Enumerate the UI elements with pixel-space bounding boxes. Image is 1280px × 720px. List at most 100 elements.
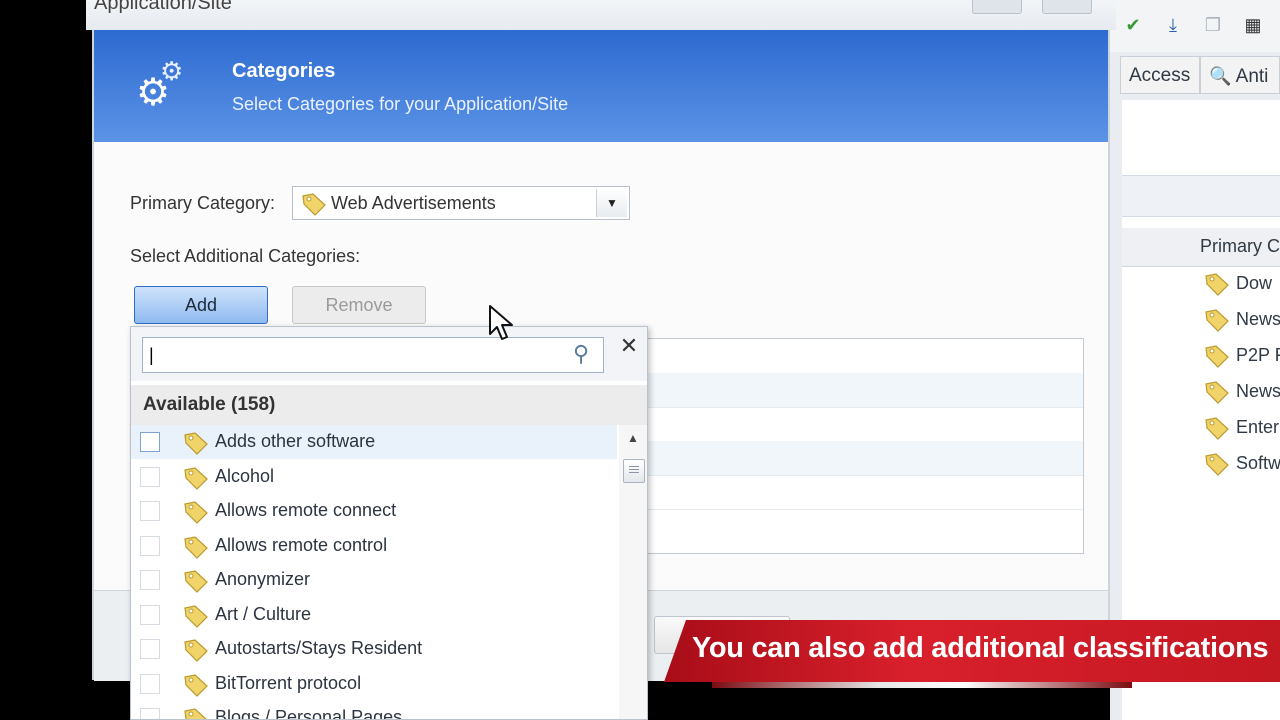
list-item[interactable]: Alcohol [131,460,617,494]
table-row[interactable]: News [1122,302,1280,338]
list-item[interactable]: Art / Culture [131,598,617,632]
column-header[interactable]: Primary C [1122,228,1280,267]
tab-access-label: Access [1129,65,1191,86]
caption-underline [712,682,1132,688]
list-item[interactable]: Blogs / Personal Pages [131,701,617,720]
download-icon[interactable]: ⤓ [1160,12,1186,38]
minimize-button[interactable] [972,0,1022,14]
table-row[interactable]: News [1122,374,1280,410]
primary-category-select[interactable]: Web Advertisements ▼ [292,186,630,220]
category-picker-popup: ⚲ ✕ Available (158) Adds other software … [130,326,648,720]
list-item[interactable]: Allows remote connect [131,494,617,528]
checkbox[interactable] [140,639,160,659]
magnifier-icon: 🔍 [1209,66,1232,86]
row-text: News [1236,309,1280,329]
list-item-label: Alcohol [215,466,275,486]
row-text: Enter [1236,417,1280,437]
list-item-label: Autostarts/Stays Resident [215,638,423,658]
list-row[interactable] [635,441,1083,476]
close-window-button[interactable] [1042,0,1092,14]
additional-categories-list[interactable] [634,338,1084,554]
scroll-thumb[interactable] [623,459,645,483]
tag-icon [301,192,327,216]
table-row[interactable]: Softw [1122,446,1280,482]
background-app-window: ✔ ⤓ ❐ ▦ Access 🔍 Anti Primary C Dow News… [1110,0,1280,720]
caption-text: You can also add additional classificati… [692,632,1269,664]
scrollbar[interactable]: ▲ [619,425,647,719]
list-item[interactable]: Autostarts/Stays Resident [131,632,617,666]
list-item-label: Allows remote connect [215,500,397,520]
checkbox[interactable] [140,432,160,452]
add-button[interactable]: Add [134,286,268,324]
list-item-label: Blogs / Personal Pages [215,707,403,720]
column-header-label: Primary C [1200,236,1280,256]
list-item[interactable]: BitTorrent protocol [131,667,617,701]
mouse-pointer-icon [488,304,514,347]
list-item-label: Anonymizer [215,569,311,589]
checkmark-icon[interactable]: ✔ [1120,12,1146,38]
list-row[interactable] [635,373,1083,408]
list-row[interactable] [635,339,1083,374]
tag-icon [183,673,209,697]
tag-icon [183,638,209,662]
list-item[interactable]: Allows remote control [131,529,617,563]
checkbox[interactable] [140,536,160,556]
list-item-label: BitTorrent protocol [215,673,362,693]
tab-anti-label: Anti [1235,66,1269,87]
grid-icon[interactable]: ▦ [1240,12,1266,38]
tab-access[interactable]: Access [1120,56,1200,94]
search-icon[interactable]: ⚲ [573,341,589,367]
window-title-bar[interactable]: Application/Site [86,0,1116,30]
remove-button[interactable]: Remove [292,286,426,324]
list-item-label: Art / Culture [215,604,312,624]
dialog-header: ⚙ ⚙ Categories Select Categories for your… [94,30,1108,142]
primary-category-label: Primary Category: [130,193,276,213]
tag-icon [183,535,209,559]
tag-icon [183,466,209,490]
dialog-title: Categories [232,60,336,82]
search-input[interactable] [142,337,604,373]
dialog-subtitle: Select Categories for your Application/S… [232,94,569,114]
tag-icon [1204,452,1230,476]
row-text: Dow [1236,273,1273,293]
caption-banner: You can also add additional classificati… [664,620,1280,682]
background-toolbar: ✔ ⤓ ❐ ▦ [1110,0,1280,52]
list-item-label: Adds other software [215,431,376,451]
checkbox[interactable] [140,674,160,694]
checkbox[interactable] [140,708,160,719]
list-row[interactable] [635,475,1083,510]
tag-icon [183,500,209,524]
gear-icon: ⚙ ⚙ [136,56,184,114]
checkbox[interactable] [140,467,160,487]
window-title: Application/Site [94,0,232,14]
list-item[interactable]: Adds other software [131,425,617,459]
row-text: P2P F [1236,345,1280,365]
table-row[interactable]: Enter [1122,410,1280,446]
tag-icon [1204,380,1230,404]
available-header: Available (158) [131,385,647,425]
available-list[interactable]: Adds other software Alcohol Allows remot… [131,425,617,720]
list-row[interactable] [635,407,1083,442]
chevron-down-icon[interactable]: ▼ [596,189,627,217]
checkbox[interactable] [140,501,160,521]
tag-icon [1204,344,1230,368]
tag-icon [1204,308,1230,332]
checkbox[interactable] [140,570,160,590]
tag-icon [183,431,209,455]
tab-anti[interactable]: 🔍 Anti [1200,56,1280,94]
list-item-label: Allows remote control [215,535,388,555]
tag-icon [1204,272,1230,296]
tag-icon [183,569,209,593]
list-item[interactable]: Anonymizer [131,563,617,597]
row-text: News [1236,381,1280,401]
search-area: ⚲ ✕ [131,327,647,381]
close-icon[interactable]: ✕ [617,333,641,359]
table-row[interactable]: Dow [1122,266,1280,302]
table-row[interactable]: P2P F [1122,338,1280,374]
row-text: Softw [1236,453,1280,473]
scroll-up-icon[interactable]: ▲ [619,431,647,451]
copy-icon[interactable]: ❐ [1200,12,1226,38]
tag-icon [1204,416,1230,440]
checkbox[interactable] [140,605,160,625]
tag-icon [183,707,209,719]
